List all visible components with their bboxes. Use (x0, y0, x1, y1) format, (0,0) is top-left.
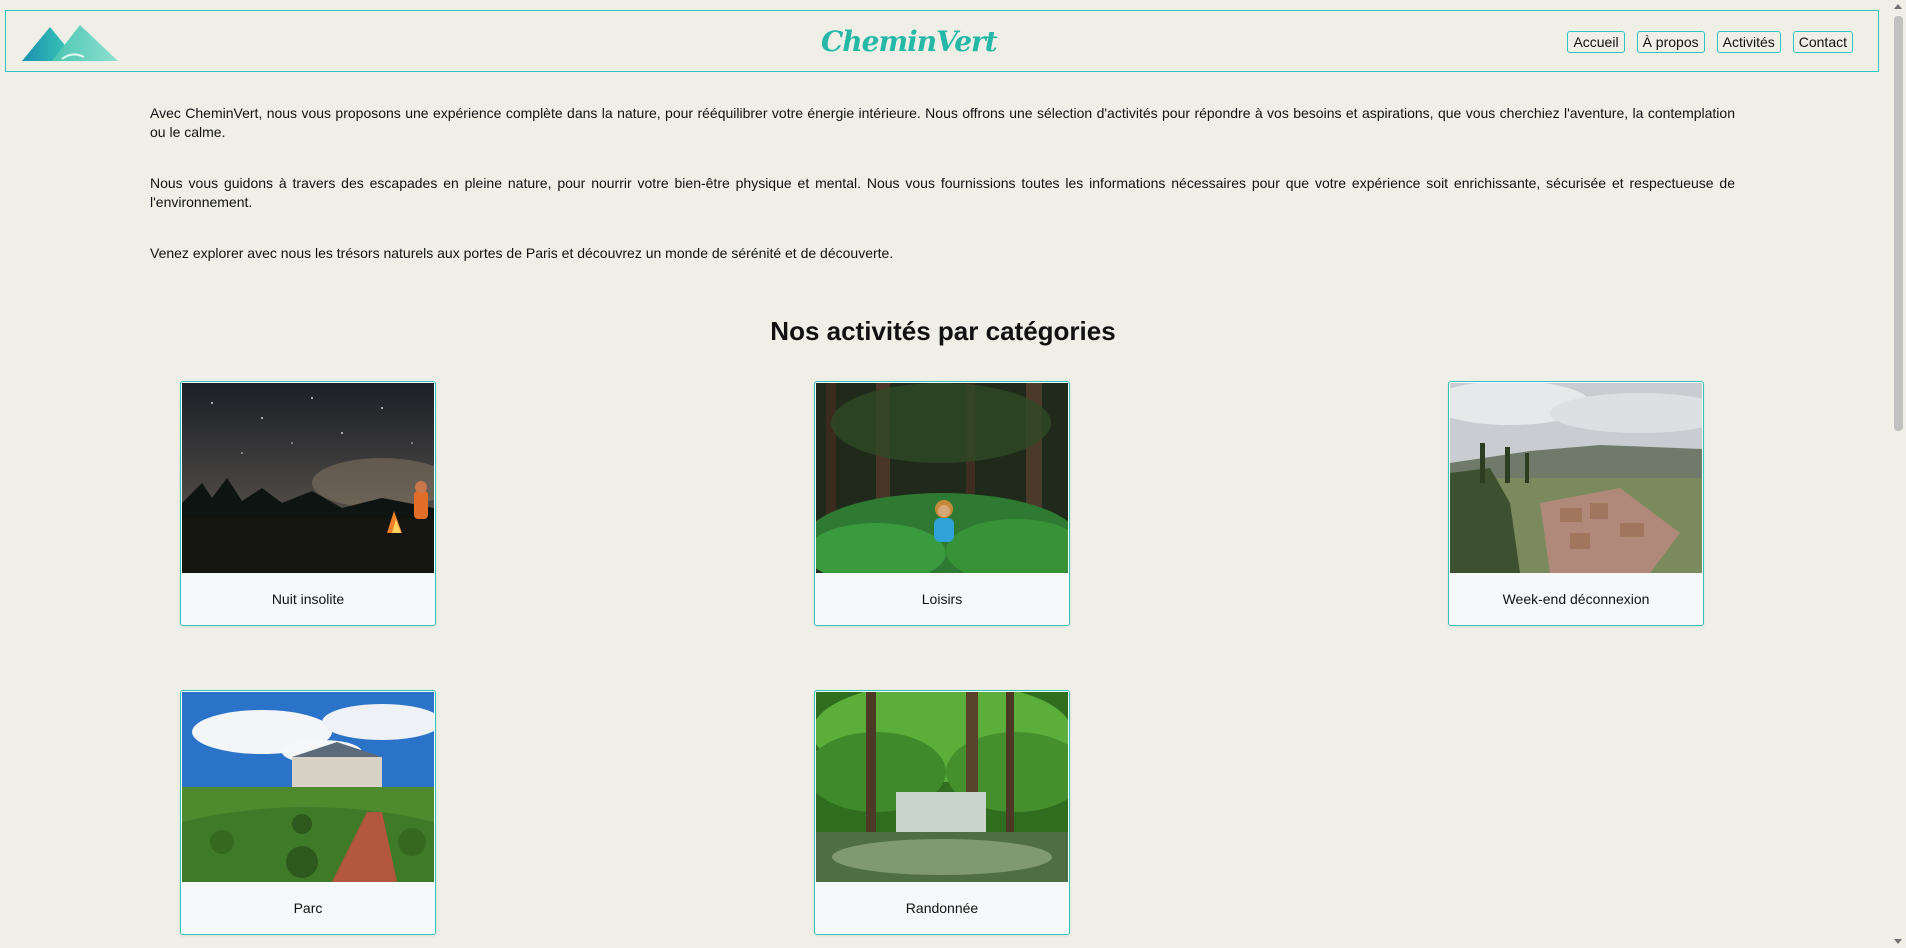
category-card-nuit-insolite[interactable]: Nuit insolite (180, 381, 436, 626)
mountain-logo-icon[interactable] (22, 23, 122, 63)
scroll-down-icon[interactable] (1894, 939, 1902, 944)
category-label: Randonnée (905, 900, 979, 916)
village-landscape-image (1450, 383, 1702, 573)
category-label: Loisirs (921, 591, 963, 607)
vertical-scrollbar[interactable] (1888, 0, 1906, 948)
chateau-garden-image (182, 692, 434, 882)
forest-waterfall-image (816, 692, 1068, 882)
intro-paragraph: Avec CheminVert, nous vous proposons une… (150, 105, 1735, 140)
forest-meditation-image (816, 383, 1068, 573)
category-card-randonnee[interactable]: Randonnée (814, 690, 1070, 935)
category-label: Parc (293, 900, 323, 916)
category-card-loisirs[interactable]: Loisirs (814, 381, 1070, 626)
intro-paragraph: Nous vous guidons à travers des escapade… (150, 175, 1735, 210)
nav-activites[interactable]: Activités (1716, 31, 1781, 53)
campfire-night-image (182, 383, 434, 573)
nav-a-propos[interactable]: À propos (1636, 31, 1705, 53)
scroll-up-icon[interactable] (1894, 4, 1902, 9)
category-label: Nuit insolite (271, 591, 345, 607)
category-card-parc[interactable]: Parc (180, 690, 436, 935)
nav-accueil[interactable]: Accueil (1567, 31, 1625, 53)
brand-title[interactable]: CheminVert (821, 25, 998, 58)
main-nav: Accueil À propos Activités Contact (1567, 31, 1853, 53)
site-header: CheminVert Accueil À propos Activités Co… (5, 10, 1879, 72)
category-card-week-end-deconnexion[interactable]: Week-end déconnexion (1448, 381, 1704, 626)
scrollbar-thumb[interactable] (1894, 16, 1903, 431)
section-title: Nos activités par catégories (770, 316, 1116, 346)
intro-text: Avec CheminVert, nous vous proposons une… (150, 104, 1735, 295)
nav-contact[interactable]: Contact (1792, 31, 1853, 53)
category-label: Week-end déconnexion (1502, 591, 1650, 607)
intro-paragraph: Venez explorer avec nous les trésors nat… (150, 245, 894, 261)
